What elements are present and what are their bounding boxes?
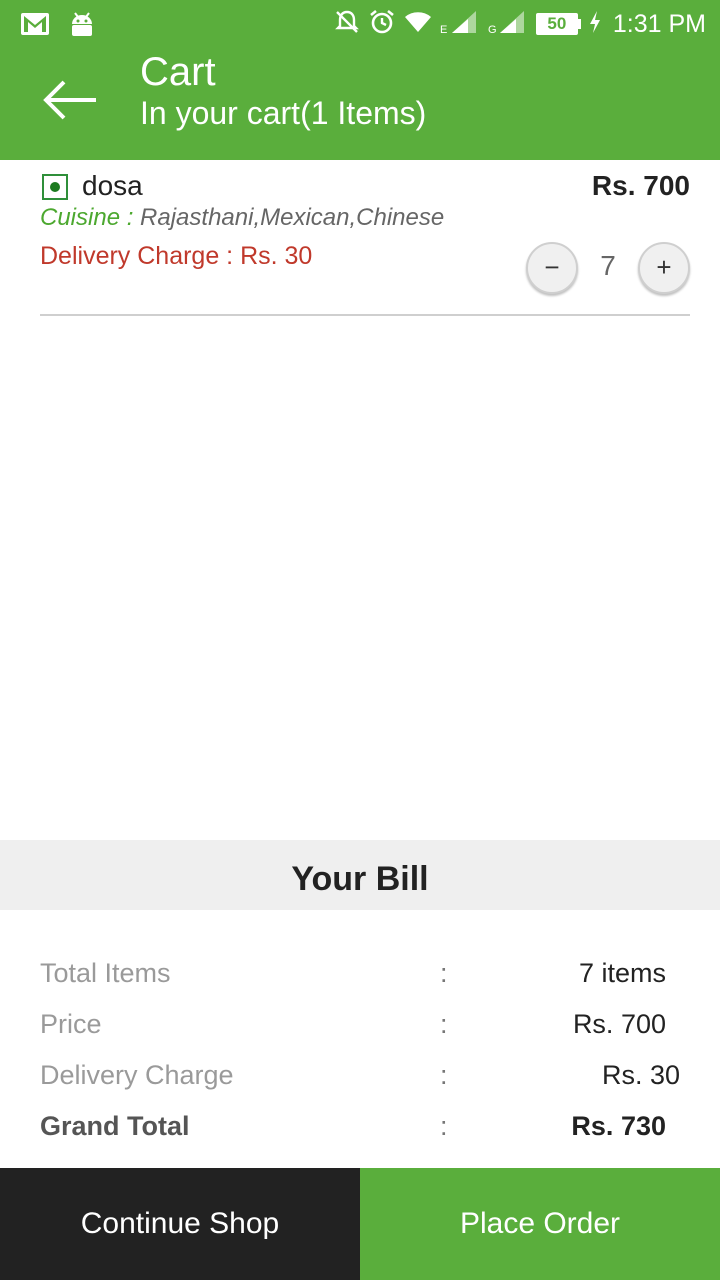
quantity-value: 7: [600, 250, 616, 281]
app-bar: E G 50 1:31 PM Cart In your cart(1 Items…: [0, 0, 720, 160]
svg-text:E: E: [440, 24, 447, 35]
bill-value: Rs. 730: [571, 1111, 666, 1141]
wifi-icon: [404, 10, 432, 39]
bill-row-total-items: Total Items : 7 items: [40, 958, 680, 998]
bill-colon: :: [440, 1111, 448, 1141]
svg-text:G: G: [488, 24, 497, 35]
bill-label: Total Items: [40, 958, 171, 988]
quantity-stepper: − 7 +: [526, 242, 690, 294]
bill-colon: :: [440, 1060, 448, 1090]
bottom-actions: Continue Shop Place Order: [0, 1168, 720, 1280]
bill-label: Delivery Charge: [40, 1060, 234, 1090]
item-price: Rs. 700: [591, 170, 690, 201]
back-arrow-icon[interactable]: [40, 78, 100, 122]
notifications-off-icon: [334, 9, 360, 40]
veg-indicator-icon: [42, 174, 68, 200]
alarm-icon: [368, 8, 396, 41]
battery-level: 50: [535, 13, 578, 35]
bill-label: Price: [40, 1009, 102, 1039]
bill-label: Grand Total: [40, 1111, 190, 1141]
android-icon: [68, 10, 96, 43]
bill-value: Rs. 700: [572, 1009, 666, 1039]
bill-panel: Your Bill Total Items : 7 items Price : …: [0, 840, 720, 1168]
cuisine-value: Rajasthani,Mexican,Chinese: [140, 204, 445, 231]
page-title: Cart: [140, 50, 216, 94]
bill-row-grand-total: Grand Total : Rs. 730: [40, 1111, 680, 1151]
item-name: dosa: [82, 170, 143, 201]
status-time: 1:31 PM: [612, 9, 706, 38]
page-subtitle: In your cart(1 Items): [140, 95, 427, 131]
place-order-button[interactable]: Place Order: [360, 1168, 720, 1280]
decrease-quantity-button[interactable]: −: [526, 242, 578, 294]
bill-row-delivery-charge: Delivery Charge : Rs. 30: [40, 1060, 680, 1100]
gmail-icon: [20, 12, 50, 41]
signal-e-icon: E: [440, 9, 480, 40]
bill-row-price: Price : Rs. 700: [40, 1009, 680, 1049]
bill-value: 7 items: [578, 958, 666, 988]
charging-icon: [589, 10, 601, 38]
signal-g-icon: G: [488, 9, 528, 40]
bill-value: Rs. 30: [601, 1060, 680, 1090]
bill-title: Your Bill: [0, 840, 720, 910]
battery-icon: 50: [535, 13, 581, 35]
status-bar: E G 50 1:31 PM: [0, 0, 720, 50]
bill-colon: :: [440, 958, 448, 988]
item-cuisine: Cuisine : Rajasthani,Mexican,Chinese: [40, 204, 444, 232]
item-delivery-charge: Delivery Charge : Rs. 30: [40, 242, 313, 270]
increase-quantity-button[interactable]: +: [638, 242, 690, 294]
cuisine-label: Cuisine :: [40, 204, 134, 231]
bill-colon: :: [440, 1009, 448, 1039]
continue-shop-button[interactable]: Continue Shop: [0, 1168, 360, 1280]
cart-item: dosa Rs. 700 Cuisine : Rajasthani,Mexica…: [40, 168, 690, 316]
